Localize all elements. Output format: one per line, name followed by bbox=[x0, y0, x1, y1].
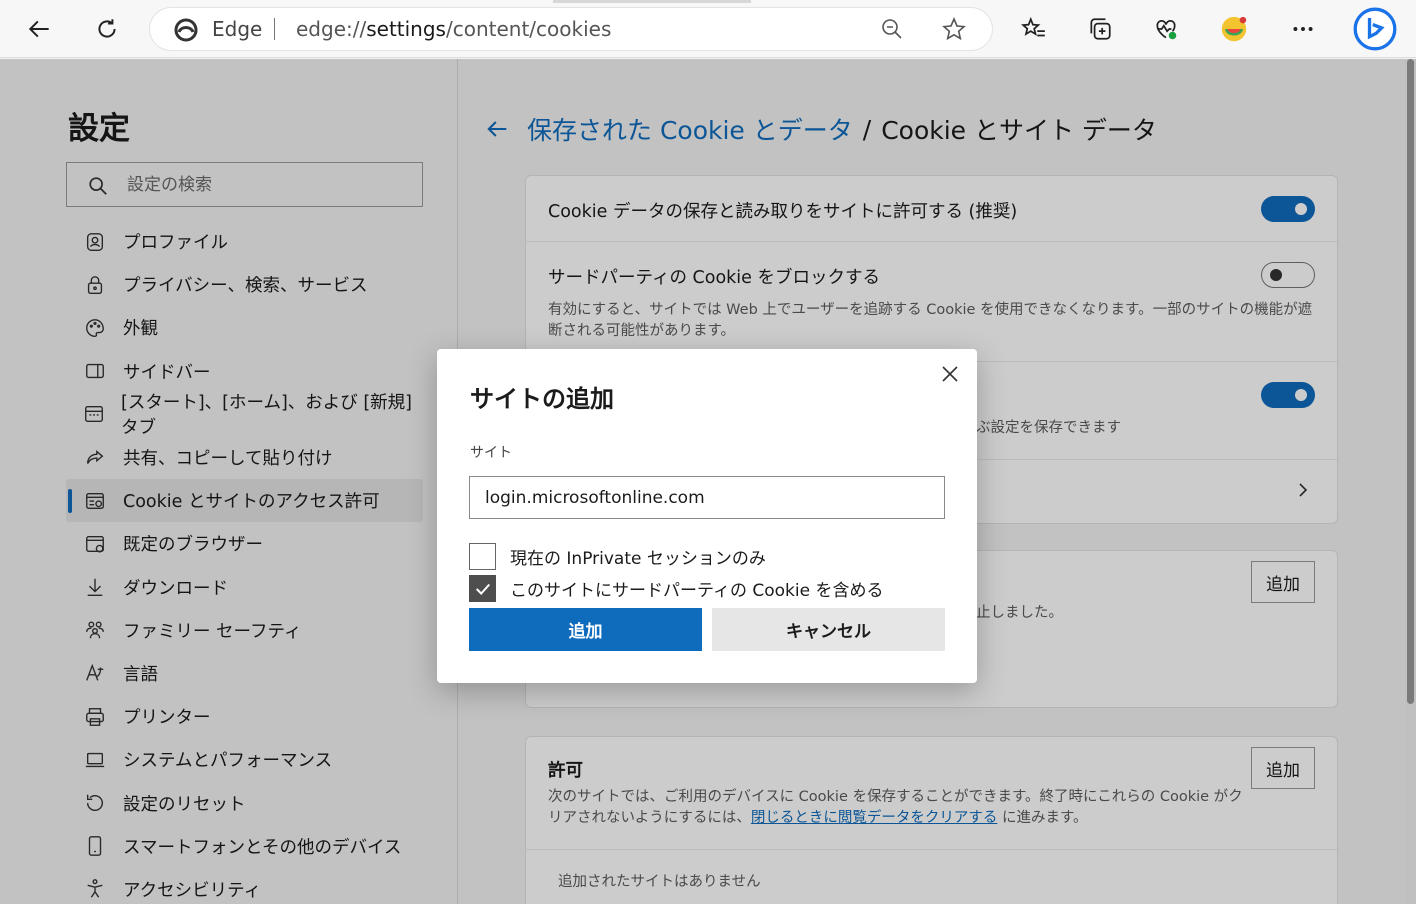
checkmark-icon bbox=[475, 583, 490, 595]
dialog-add-button[interactable]: 追加 bbox=[469, 608, 702, 651]
address-brand: Edge bbox=[212, 17, 263, 41]
browser-essentials-button[interactable] bbox=[1146, 9, 1186, 49]
edge-logo-icon bbox=[174, 18, 198, 42]
heart-pulse-icon bbox=[1156, 20, 1177, 40]
dialog-close-button[interactable] bbox=[937, 361, 963, 387]
browser-toolbar: Edge edge://settings/content/cookies bbox=[0, 0, 1416, 58]
profile-avatar-button[interactable] bbox=[1214, 9, 1254, 49]
add-site-dialog: サイトの追加 サイト 現在の InPrivate セッションのみ このサイトにサ… bbox=[437, 349, 977, 683]
zoom-out-icon[interactable] bbox=[880, 17, 904, 41]
ellipsis-icon bbox=[1293, 27, 1313, 31]
address-separator bbox=[274, 18, 275, 40]
close-icon bbox=[942, 366, 958, 382]
inprivate-only-checkbox[interactable] bbox=[469, 543, 496, 570]
avatar-icon bbox=[1221, 16, 1247, 42]
site-input[interactable] bbox=[469, 476, 945, 519]
tab-strip-edge bbox=[553, 0, 751, 3]
collections-icon bbox=[1090, 18, 1111, 40]
favorites-button[interactable] bbox=[1014, 9, 1054, 49]
bing-chat-icon bbox=[1353, 7, 1397, 51]
copilot-button[interactable] bbox=[1352, 6, 1398, 52]
site-field-label: サイト bbox=[470, 445, 512, 461]
refresh-icon bbox=[98, 19, 116, 38]
address-bar[interactable]: Edge edge://settings/content/cookies bbox=[150, 8, 992, 50]
inprivate-only-label: 現在の InPrivate セッションのみ bbox=[510, 549, 766, 569]
include-third-party-option[interactable]: このサイトにサードパーティの Cookie を含める bbox=[469, 575, 884, 602]
include-third-party-label: このサイトにサードパーティの Cookie を含める bbox=[510, 581, 884, 601]
refresh-button[interactable] bbox=[87, 9, 127, 49]
dialog-cancel-button[interactable]: キャンセル bbox=[712, 608, 945, 651]
back-button[interactable] bbox=[20, 9, 60, 49]
address-url[interactable]: edge://settings/content/cookies bbox=[296, 17, 611, 41]
favorite-star-icon[interactable] bbox=[942, 17, 966, 41]
dialog-title: サイトの追加 bbox=[470, 385, 614, 413]
include-third-party-checkbox[interactable] bbox=[469, 575, 496, 602]
more-options-button[interactable] bbox=[1283, 9, 1323, 49]
arrow-left-icon bbox=[28, 20, 49, 38]
inprivate-only-option[interactable]: 現在の InPrivate セッションのみ bbox=[469, 543, 766, 570]
collections-button[interactable] bbox=[1080, 9, 1120, 49]
favorites-list-icon bbox=[1021, 16, 1045, 37]
